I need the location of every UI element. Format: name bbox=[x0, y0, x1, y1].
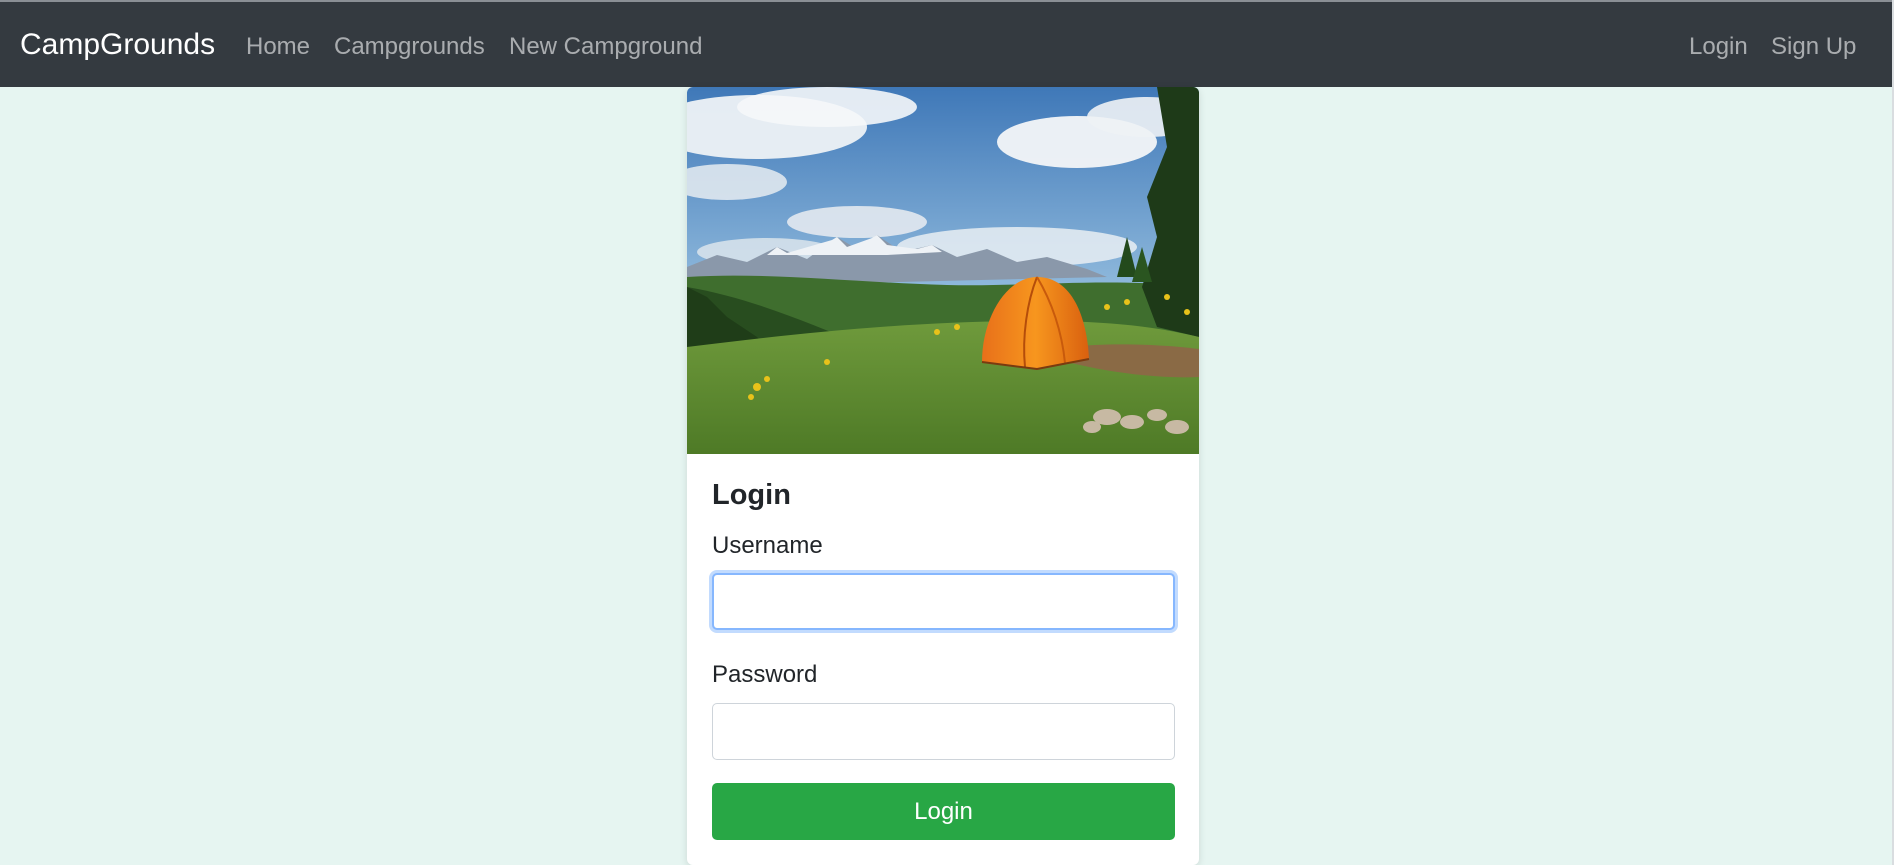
password-label: Password bbox=[712, 661, 818, 688]
login-card: Login Username Password Login bbox=[687, 87, 1199, 865]
nav-link-sign-up[interactable]: Sign Up bbox=[1771, 2, 1856, 87]
login-title: Login bbox=[712, 479, 791, 511]
nav-link-new-campground[interactable]: New Campground bbox=[509, 2, 702, 87]
nav-link-home[interactable]: Home bbox=[246, 2, 310, 87]
navbar-brand[interactable]: CampGrounds bbox=[20, 2, 215, 87]
campsite-image bbox=[687, 87, 1199, 454]
navbar: CampGrounds Home Campgrounds New Campgro… bbox=[0, 2, 1892, 87]
username-input[interactable] bbox=[712, 573, 1175, 630]
username-label: Username bbox=[712, 532, 823, 559]
login-button[interactable]: Login bbox=[712, 783, 1175, 840]
nav-link-campgrounds[interactable]: Campgrounds bbox=[334, 2, 485, 87]
nav-link-login[interactable]: Login bbox=[1689, 2, 1748, 87]
password-input[interactable] bbox=[712, 703, 1175, 760]
